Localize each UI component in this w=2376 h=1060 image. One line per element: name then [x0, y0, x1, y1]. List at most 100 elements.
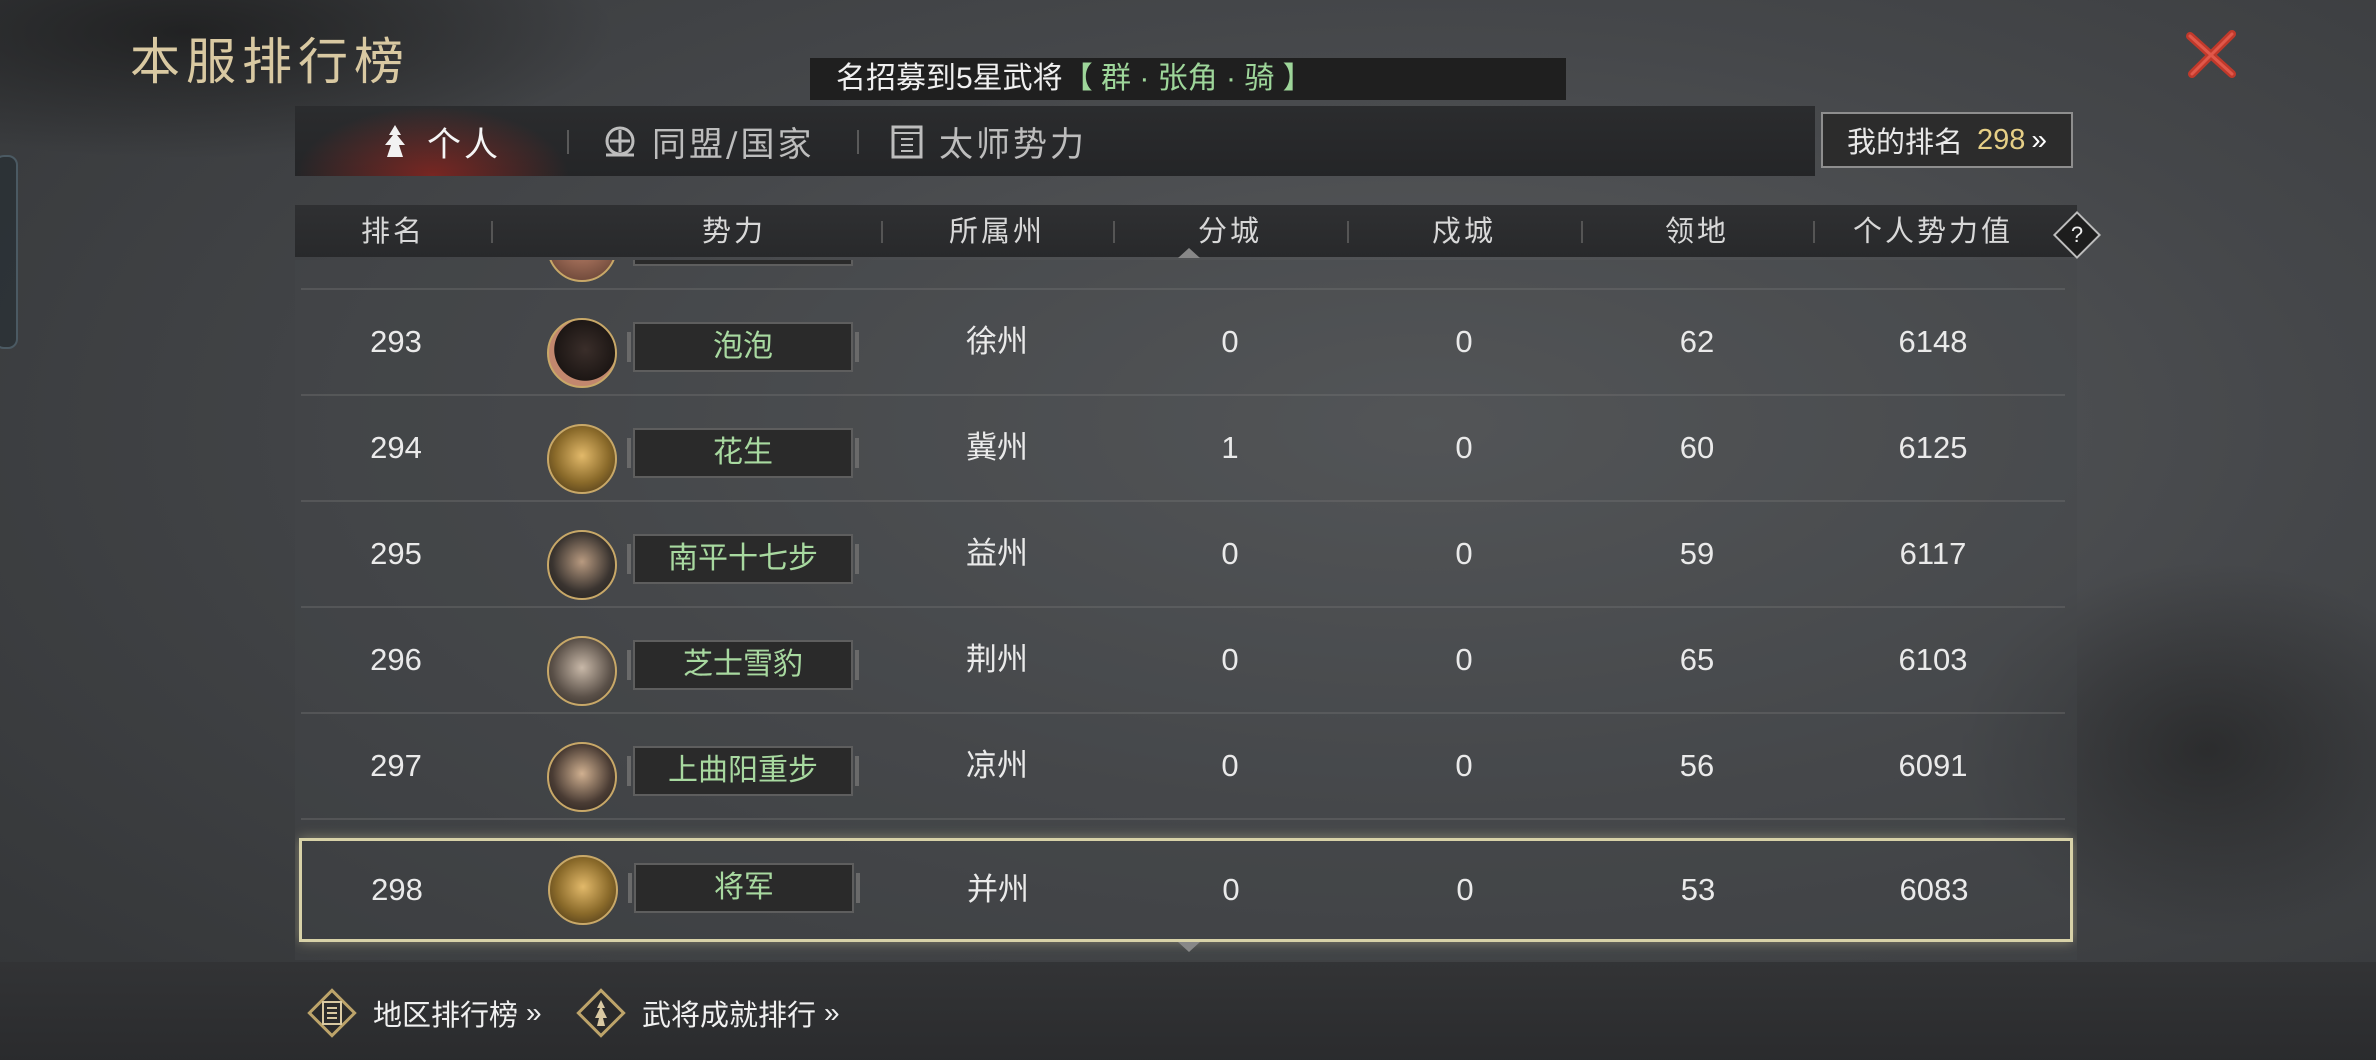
state-cell: 并州: [881, 260, 1113, 288]
avatar: [547, 742, 617, 812]
garrison-city-cell: 0: [1455, 536, 1473, 571]
territory-cell: 60: [1679, 430, 1715, 465]
tab-alliance[interactable]: 同盟/国家: [600, 106, 814, 176]
rank-cell: 297: [370, 748, 422, 783]
column-header-territory: 领地: [1664, 214, 1729, 248]
close-button[interactable]: [2182, 26, 2242, 82]
footer-bar: 地区排行榜 » 武将成就排行 »: [0, 962, 2376, 1060]
tab-grand-tutor[interactable]: 太师势力: [887, 106, 1087, 176]
ticker-general: 【 群 · 张角 · 骑 】: [1062, 62, 1313, 95]
territory-cell: 56: [1679, 748, 1715, 783]
table-row[interactable]: 292 铁男 并州 0 0 53 6134: [301, 260, 2065, 290]
branch-city-cell: 0: [1222, 872, 1240, 907]
rank-cell: 294: [370, 430, 422, 465]
table-row[interactable]: 293 泡泡 徐州 0 0 62 6148: [301, 290, 2065, 396]
person-icon: [375, 121, 415, 161]
territory-cell: 53: [1581, 260, 1813, 288]
state-cell: 并州: [967, 872, 1029, 907]
power-cell: 6117: [1899, 536, 1967, 571]
chevron-right-icon: »: [824, 997, 840, 1028]
rank-cell: 295: [370, 536, 422, 571]
avatar: [548, 855, 618, 925]
power-cell: 6125: [1898, 430, 1968, 465]
player-name[interactable]: 将军: [628, 863, 860, 913]
power-cell: 6083: [1899, 872, 1969, 907]
table-row[interactable]: 294 花生 冀州 1 0 60 6125: [301, 396, 2065, 502]
state-cell: 凉州: [966, 748, 1028, 783]
tab-divider: [857, 130, 859, 154]
tab-label: 太师势力: [939, 124, 1087, 165]
rank-cell: 298: [371, 872, 423, 907]
garrison-city-cell: 0: [1455, 324, 1473, 359]
player-name[interactable]: 上曲阳重步: [627, 746, 859, 796]
tab-divider: [567, 130, 569, 154]
avatar: [547, 636, 617, 706]
player-name[interactable]: 泡泡: [627, 322, 859, 372]
garrison-city-cell: 0: [1455, 748, 1473, 783]
help-icon: ?: [2070, 222, 2084, 247]
state-cell: 冀州: [966, 430, 1028, 465]
side-panel-handle[interactable]: [0, 155, 18, 349]
region-ranking-link[interactable]: 地区排行榜 »: [305, 988, 542, 1038]
player-name[interactable]: 芝士雪豹: [627, 640, 859, 690]
announcement-ticker: 名招募到5星武将【 群 · 张角 · 骑 】: [810, 58, 1566, 100]
my-rank-label: 我的排名: [1847, 127, 1964, 159]
power-cell: 6091: [1898, 748, 1968, 783]
general-ranking-label: 武将成就排行: [642, 1000, 817, 1032]
garrison-city-cell: 0: [1455, 642, 1473, 677]
region-rank-icon: [305, 986, 359, 1040]
column-header-rank: 排名: [360, 214, 425, 248]
garrison-city-cell: 0: [1455, 430, 1473, 465]
scroll-down-indicator: [1178, 942, 1200, 952]
column-header-garrison-city: 戍城: [1431, 214, 1496, 248]
alliance-icon: [600, 121, 640, 161]
my-rank-value: 298: [1977, 123, 2026, 156]
branch-city-cell: 0: [1221, 642, 1239, 677]
general-rank-icon: [574, 986, 628, 1040]
branch-city-cell: 1: [1221, 430, 1239, 465]
territory-cell: 62: [1679, 324, 1715, 359]
ranking-tabs: 个人 同盟/国家 太师势力: [295, 106, 1815, 176]
garrison-city-cell: 0: [1456, 872, 1474, 907]
branch-city-cell: 0: [1221, 748, 1239, 783]
branch-city-cell: 0: [1221, 324, 1239, 359]
rank-cell: 292: [301, 260, 491, 288]
tab-personal[interactable]: 个人: [375, 106, 501, 176]
tab-label: 个人: [427, 124, 501, 165]
column-header-state: 所属州: [948, 214, 1045, 248]
power-cell: 6148: [1898, 324, 1968, 359]
table-row[interactable]: 295 南平十七步 益州 0 0 59 6117: [301, 502, 2065, 608]
state-cell: 荆州: [966, 642, 1028, 677]
tab-label: 同盟/国家: [652, 124, 815, 165]
branch-city-cell: 0: [1221, 536, 1239, 571]
my-rank-row[interactable]: 298 将军 并州 0 0 53 6083: [299, 838, 2073, 942]
my-rank-button[interactable]: 我的排名 298 »: [1821, 112, 2073, 168]
branch-city-cell: 0: [1113, 260, 1347, 288]
general-achievement-ranking-link[interactable]: 武将成就排行 »: [574, 988, 840, 1038]
ranking-list[interactable]: 292 铁男 并州 0 0 53 6134 293 泡泡 徐州 0 0 62 6…: [295, 260, 2077, 960]
page-title: 本服排行榜: [130, 33, 410, 91]
state-cell: 益州: [966, 536, 1028, 571]
rank-cell: 293: [370, 324, 422, 359]
table-row[interactable]: 296 芝士雪豹 荆州 0 0 65 6103: [301, 608, 2065, 714]
region-ranking-label: 地区排行榜: [373, 1000, 519, 1032]
table-row[interactable]: 297 上曲阳重步 凉州 0 0 56 6091: [301, 714, 2065, 820]
power-cell: 6103: [1898, 642, 1968, 677]
state-cell: 徐州: [966, 324, 1028, 359]
power-cell: 6134: [1813, 260, 2053, 288]
territory-cell: 65: [1679, 642, 1715, 677]
close-icon: [2186, 30, 2236, 78]
avatar: [547, 260, 617, 282]
player-name[interactable]: 花生: [627, 428, 859, 478]
chevron-right-icon: »: [2031, 124, 2047, 155]
garrison-city-cell: 0: [1347, 260, 1581, 288]
territory-cell: 53: [1680, 872, 1716, 907]
avatar: [547, 318, 617, 388]
column-header-branch-city: 分城: [1197, 214, 1262, 248]
chevron-right-icon: »: [526, 997, 542, 1028]
rank-cell: 296: [370, 642, 422, 677]
player-name[interactable]: 铁男: [633, 260, 853, 266]
player-name[interactable]: 南平十七步: [627, 534, 859, 584]
avatar: [547, 424, 617, 494]
column-header-power: 个人势力值: [1852, 214, 2013, 248]
